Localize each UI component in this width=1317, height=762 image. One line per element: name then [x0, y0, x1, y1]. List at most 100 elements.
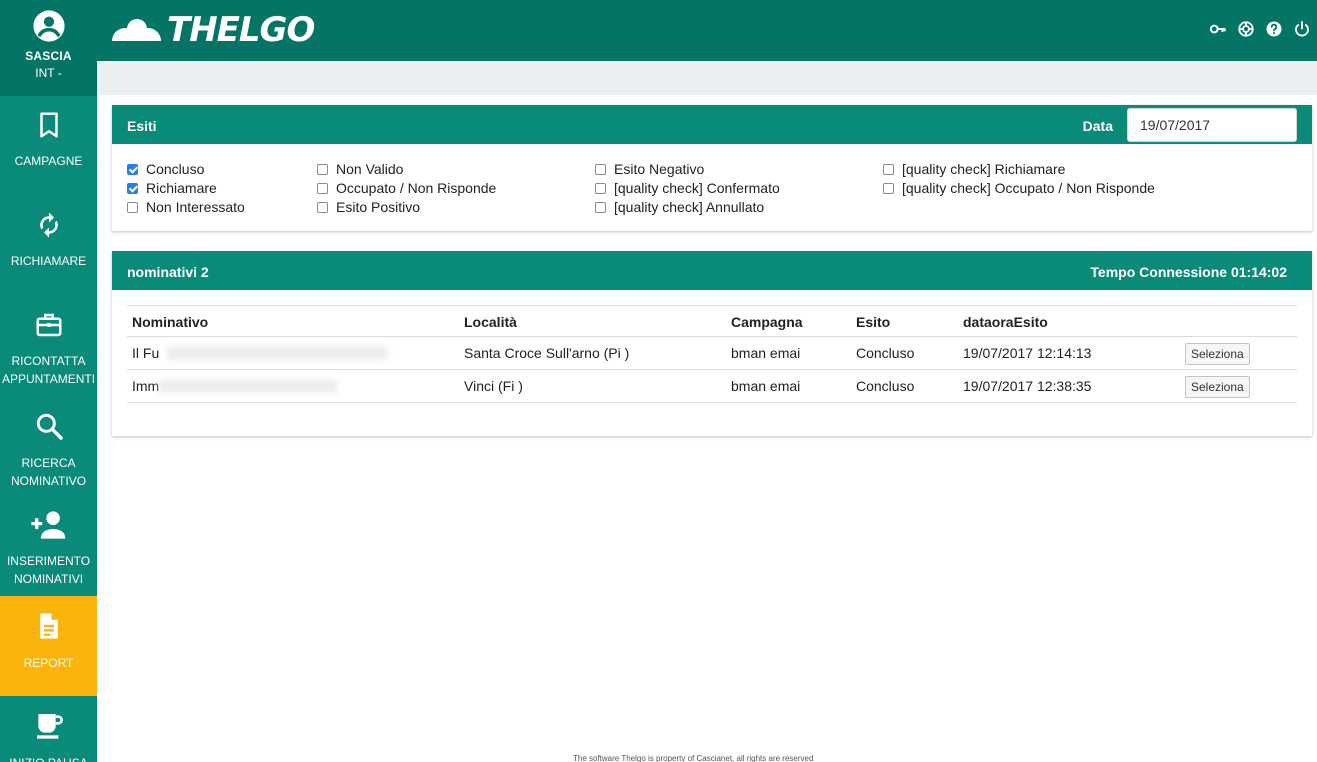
checkbox-label: Occupato / Non Risponde	[336, 180, 497, 196]
sidebar-item-ricontatta[interactable]: RICONTATTA APPUNTAMENTI	[0, 296, 97, 396]
checkbox-esito-positivo[interactable]: Esito Positivo	[317, 198, 420, 216]
esiti-checkboxes: Concluso Richiamare Non Interessato Non …	[112, 144, 1312, 231]
user-block[interactable]: SASCIA INT -	[0, 0, 97, 96]
sidebar-item-label: REPORT	[23, 656, 74, 670]
campagna-cell: bman emai	[731, 378, 801, 394]
checkbox-non-interessato[interactable]: Non Interessato	[127, 198, 245, 216]
checkbox-box[interactable]	[127, 182, 138, 194]
dataora-cell: 19/07/2017 12:38:35	[963, 378, 1092, 394]
briefcase-icon	[36, 313, 61, 337]
checkbox-label: [quality check] Occupato / Non Risponde	[902, 180, 1155, 196]
checkbox-occupato[interactable]: Occupato / Non Risponde	[317, 179, 496, 197]
checkbox-label: Esito Negativo	[614, 161, 705, 177]
help-icon[interactable]	[1265, 20, 1283, 38]
column-header-esito: Esito	[856, 314, 891, 330]
thelgo-logo-icon	[112, 19, 161, 41]
date-label: Data	[1082, 118, 1113, 134]
nominativi-header: nominativi 2 Tempo Connessione 01:14:02	[112, 251, 1312, 290]
table-row: Imm Vinci (Fi ) bman emai Concluso 19/07…	[127, 370, 1297, 403]
sidebar-item-campagne[interactable]: CAMPAGNE	[0, 96, 97, 196]
table-row: Il Fu Santa Croce Sull'arno (Pi ) bman e…	[127, 337, 1297, 370]
sidebar-item-inserimento[interactable]: INSERIMENTO NOMINATIVI	[0, 496, 97, 596]
sidebar-item-label: RICHIAMARE	[10, 254, 87, 268]
footer-text: The software Thelgo is property of Casci…	[573, 754, 814, 762]
coffee-icon	[36, 714, 63, 739]
sidebar: SASCIA INT - CAMPAGNE RICHIAMARE RICONTA…	[0, 0, 97, 762]
key-icon[interactable]	[1209, 20, 1227, 38]
seleziona-button[interactable]: Seleziona	[1185, 343, 1250, 365]
nominativo-cell: Imm	[132, 378, 160, 394]
sidebar-item-label: RICONTATTA APPUNTAMENTI	[1, 354, 96, 386]
search-icon	[36, 413, 63, 440]
top-header: THELGO	[97, 0, 1317, 61]
seleziona-button[interactable]: Seleziona	[1185, 376, 1250, 398]
column-header-campagna: Campagna	[731, 314, 803, 330]
esito-cell: Concluso	[856, 378, 915, 394]
campagna-cell: bman emai	[731, 345, 801, 361]
checkbox-non-valido[interactable]: Non Valido	[317, 160, 403, 178]
logo: THELGO	[111, 10, 315, 50]
sidebar-item-label: CAMPAGNE	[14, 154, 83, 168]
nominativo-cell: Il Fu	[132, 345, 160, 361]
checkbox-concluso[interactable]: Concluso	[127, 160, 204, 178]
esiti-title: Esiti	[127, 118, 157, 134]
checkbox-label: Non Valido	[336, 161, 404, 177]
dataora-cell: 19/07/2017 12:14:13	[963, 345, 1092, 361]
checkbox-box[interactable]	[317, 182, 328, 194]
checkbox-qc-confermato[interactable]: [quality check] Confermato	[595, 179, 780, 197]
checkbox-box[interactable]	[127, 201, 138, 213]
date-input[interactable]	[1127, 108, 1297, 142]
bookmark-icon	[39, 112, 58, 138]
header-actions	[1209, 20, 1311, 38]
checkbox-box[interactable]	[317, 163, 328, 175]
checkbox-box[interactable]	[883, 182, 894, 194]
column-header-dataora: dataoraEsito	[963, 314, 1048, 330]
checkbox-label: Concluso	[146, 161, 205, 177]
power-icon[interactable]	[1293, 20, 1311, 38]
toolbar-band	[97, 61, 1317, 95]
checkbox-qc-occupato[interactable]: [quality check] Occupato / Non Risponde	[883, 179, 1155, 197]
column-header-nominativo: Nominativo	[132, 314, 209, 330]
checkbox-richiamare[interactable]: Richiamare	[127, 179, 217, 197]
sidebar-item-label: INSERIMENTO NOMINATIVI	[6, 554, 91, 586]
account-icon	[32, 10, 65, 42]
support-icon[interactable]	[1237, 20, 1255, 38]
sidebar-item-ricerca[interactable]: RICERCA NOMINATIVO	[0, 396, 97, 496]
connection-time: Tempo Connessione 01:14:02	[1090, 264, 1287, 280]
user-name: SASCIA	[25, 49, 72, 63]
checkbox-box[interactable]	[595, 163, 606, 175]
nominativi-title: nominativi 2	[127, 264, 209, 280]
checkbox-label: [quality check] Annullato	[614, 199, 765, 215]
sidebar-item-richiamare[interactable]: RICHIAMARE	[0, 196, 97, 296]
esiti-panel: Esiti Data Concluso Richiamare Non Inter…	[112, 105, 1312, 231]
checkbox-label: [quality check] Confermato	[614, 180, 780, 196]
refresh-icon	[39, 212, 58, 238]
localita-cell: Santa Croce Sull'arno (Pi )	[464, 345, 630, 361]
redacted-name	[159, 379, 337, 393]
table-header-row: Nominativo Località Campagna Esito datao…	[127, 306, 1297, 337]
checkbox-qc-annullato[interactable]: [quality check] Annullato	[595, 198, 764, 216]
checkbox-qc-richiamare[interactable]: [quality check] Richiamare	[883, 160, 1065, 178]
checkbox-box[interactable]	[883, 163, 894, 175]
checkbox-label: Esito Positivo	[336, 199, 421, 215]
sidebar-item-pausa[interactable]: INIZIO PAUSA	[0, 696, 97, 762]
person-add-icon	[30, 511, 65, 539]
checkbox-box[interactable]	[127, 163, 138, 175]
checkbox-label: Non Interessato	[146, 199, 245, 215]
document-icon	[39, 613, 58, 639]
checkbox-esito-negativo[interactable]: Esito Negativo	[595, 160, 704, 178]
results-table: Nominativo Località Campagna Esito datao…	[127, 305, 1297, 403]
sidebar-item-report[interactable]: REPORT	[0, 596, 97, 696]
checkbox-box[interactable]	[595, 201, 606, 213]
esiti-header: Esiti Data	[112, 105, 1312, 144]
checkbox-box[interactable]	[595, 182, 606, 194]
checkbox-box[interactable]	[317, 201, 328, 213]
nominativi-panel: nominativi 2 Tempo Connessione 01:14:02 …	[112, 251, 1312, 436]
logo-text: THELGO	[167, 10, 315, 50]
checkbox-label: Richiamare	[146, 180, 217, 196]
user-role: INT -	[35, 66, 62, 80]
esito-cell: Concluso	[856, 345, 915, 361]
checkbox-label: [quality check] Richiamare	[902, 161, 1066, 177]
localita-cell: Vinci (Fi )	[464, 378, 523, 394]
column-header-localita: Località	[464, 314, 517, 330]
